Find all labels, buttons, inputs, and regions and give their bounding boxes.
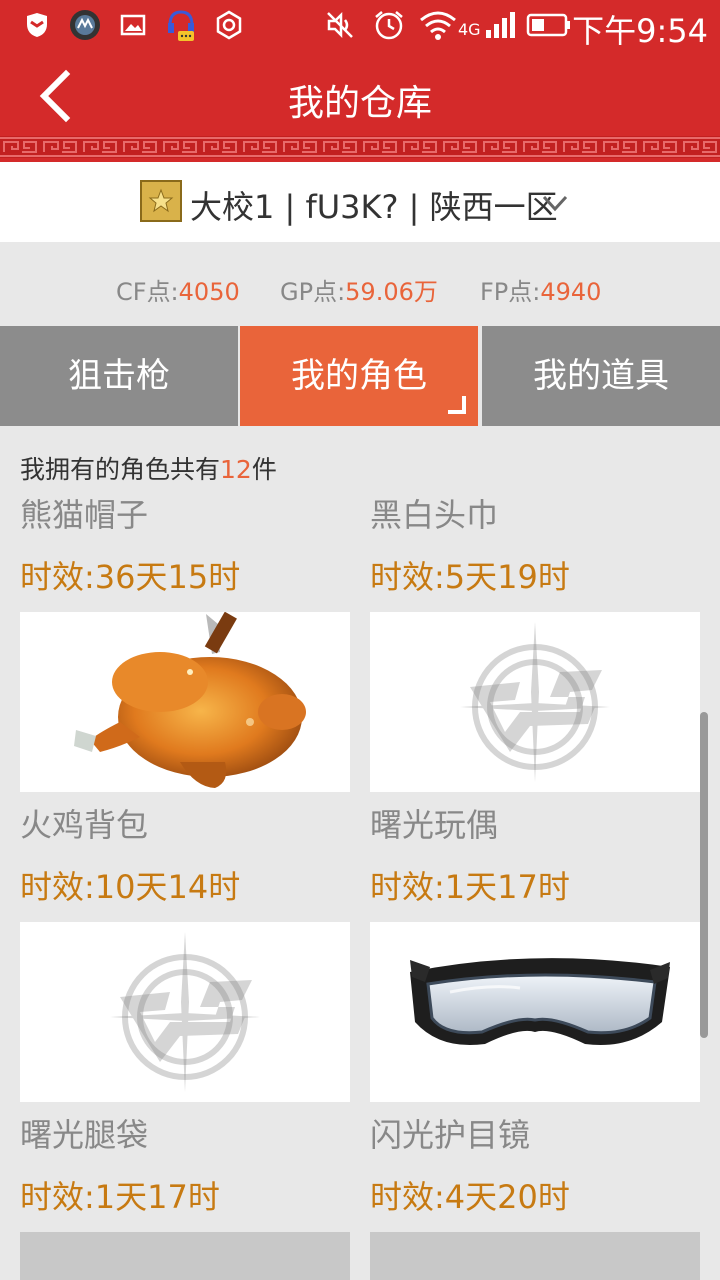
item-card-turkey-backpack[interactable]	[20, 612, 350, 792]
item-card-goggles[interactable]	[370, 922, 700, 1102]
alarm-icon	[375, 11, 403, 40]
item-duration: 时效:36天15时	[20, 558, 241, 596]
app-logo-icon	[70, 10, 100, 40]
item-duration: 时效:4天20时	[370, 1178, 570, 1216]
item-name: 闪光护目镜	[370, 1116, 531, 1154]
goggles-image	[410, 958, 670, 1046]
battery-icon	[526, 13, 570, 37]
cf-logo-placeholder	[460, 622, 610, 782]
item-duration: 时效:5天19时	[370, 558, 570, 596]
item-duration: 时效:10天14时	[20, 868, 241, 906]
rank-badge-icon	[140, 180, 182, 222]
roast-turkey-image	[74, 612, 306, 788]
item-card-partial[interactable]	[20, 1232, 350, 1280]
chevron-down-icon[interactable]	[540, 188, 570, 218]
item-name: 曙光玩偶	[370, 806, 499, 844]
mute-icon	[327, 11, 353, 39]
item-name: 曙光腿袋	[20, 1116, 149, 1154]
gp-points: GP点:59.06万	[280, 278, 438, 306]
headset-icon	[168, 10, 194, 41]
item-card-placeholder[interactable]	[370, 612, 700, 792]
signal-icon	[486, 12, 515, 38]
title-bar: 我的仓库	[0, 50, 720, 162]
network-type-label: 4G	[458, 20, 481, 39]
item-name: 火鸡背包	[20, 806, 149, 844]
item-name: 黑白头巾	[370, 496, 499, 534]
cf-points: CF点:4050	[116, 278, 240, 306]
settings-hex-icon	[216, 10, 242, 40]
selected-corner-icon	[448, 396, 466, 414]
decorative-pattern	[0, 136, 720, 158]
shield-icon	[27, 13, 47, 37]
tab-my-items[interactable]: 我的道具	[482, 326, 720, 426]
fp-points: FP点:4940	[480, 278, 602, 306]
wifi-icon	[420, 11, 456, 40]
image-icon	[120, 14, 146, 36]
clock: 下午9:54	[572, 12, 708, 50]
scrollbar[interactable]	[700, 712, 708, 1038]
item-duration: 时效:1天17时	[370, 868, 570, 906]
page-title: 我的仓库	[287, 83, 432, 124]
item-name: 熊猫帽子	[20, 496, 149, 534]
points-bar: CF点:4050 GP点:59.06万 FP点:4940	[0, 242, 720, 326]
tab-label: 我的角色	[291, 356, 427, 396]
status-bar: 4G 下午9:54	[0, 0, 720, 50]
tab-sniper-rifle[interactable]: 狙击枪	[0, 326, 238, 426]
item-card-placeholder[interactable]	[20, 922, 350, 1102]
profile-text: 大校1 | fU3K? | 陕西一区	[190, 188, 558, 226]
profile-selector[interactable]: 大校1 | fU3K? | 陕西一区	[0, 162, 720, 242]
tab-bar: 狙击枪 我的角色 我的道具	[0, 326, 720, 426]
cf-logo-placeholder	[110, 932, 260, 1092]
item-card-partial[interactable]	[370, 1232, 700, 1280]
item-duration: 时效:1天17时	[20, 1178, 220, 1216]
item-count-summary: 我拥有的角色共有12件	[20, 455, 277, 484]
tab-my-characters[interactable]: 我的角色	[240, 326, 478, 426]
